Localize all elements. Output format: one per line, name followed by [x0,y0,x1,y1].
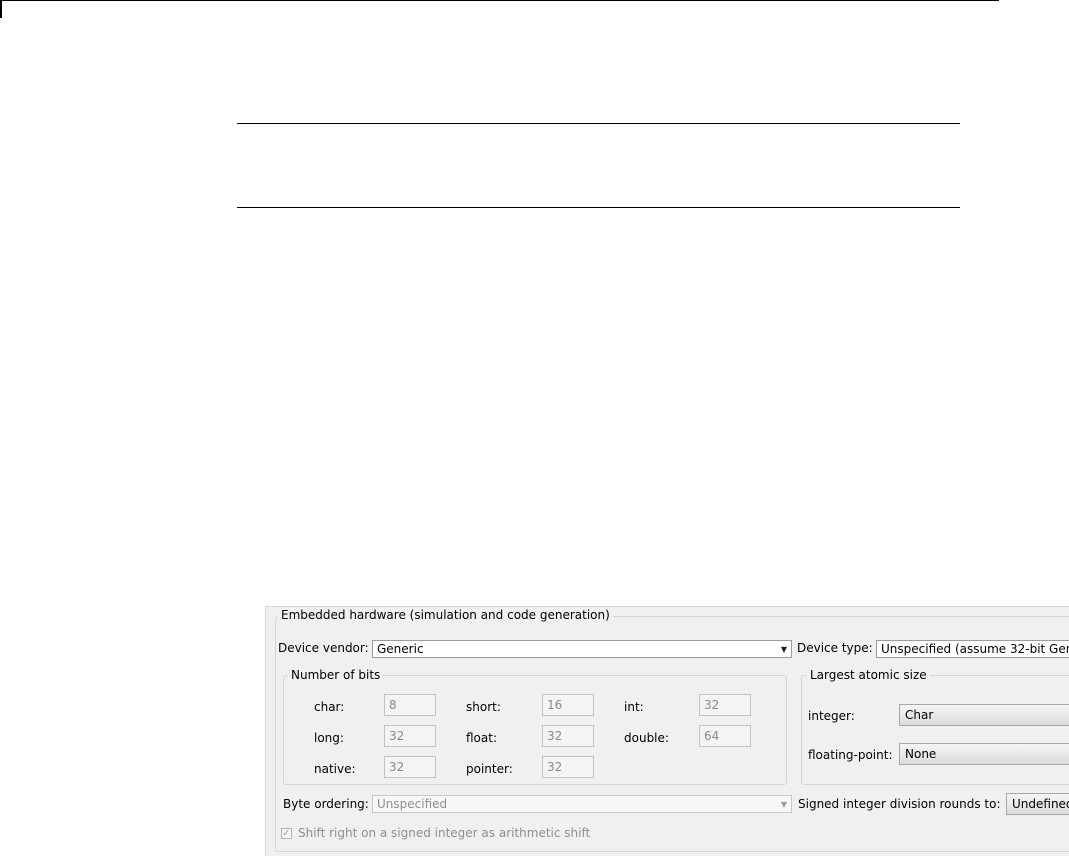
float-label: float: [466,731,498,745]
signed-division-value: Undefined [1012,797,1069,811]
device-type-value: Unspecified (assume 32-bit Gen [881,642,1069,656]
byte-ordering-select[interactable]: Unspecified ▼ [372,795,792,813]
floating-point-atomic-select[interactable]: None [899,743,1069,765]
device-vendor-value: Generic [377,642,424,656]
int-bits-field[interactable]: 32 [699,694,751,716]
float-bits-field[interactable]: 32 [542,725,594,747]
short-bits-field[interactable]: 16 [542,694,594,716]
long-bits-field[interactable]: 32 [384,725,436,747]
integer-label: integer: [808,709,855,723]
byte-ordering-value: Unspecified [377,797,448,811]
device-type-label: Device type: [797,641,873,655]
signed-division-label: Signed integer division rounds to: [798,797,1001,811]
double-bits-field[interactable]: 64 [699,725,751,747]
byte-ordering-label: Byte ordering: [283,797,369,811]
floating-point-atomic-value: None [905,747,937,761]
pointer-bits-field[interactable]: 32 [542,756,594,778]
number-of-bits-title: Number of bits [288,668,384,682]
chevron-down-icon: ▼ [780,645,787,654]
char-bits-field[interactable]: 8 [384,694,436,716]
integer-atomic-value: Char [905,708,934,722]
shift-right-label: Shift right on a signed integer as arith… [298,826,591,840]
double-label: double: [624,731,669,745]
hardware-settings-panel: Embedded hardware (simulation and code g… [265,606,1069,856]
largest-atomic-size-group [801,675,1069,785]
pointer-label: pointer: [466,762,513,776]
note-top-rule [237,123,960,124]
device-vendor-label: Device vendor: [278,641,369,655]
int-label: int: [624,700,644,714]
largest-atomic-size-title: Largest atomic size [807,668,930,682]
integer-atomic-select[interactable]: Char [899,704,1069,726]
chevron-down-icon: ▼ [780,800,787,809]
device-vendor-select[interactable]: Generic ▼ [372,640,792,658]
char-label: char: [314,700,345,714]
note-bottom-rule [237,207,960,208]
signed-division-select[interactable]: Undefined [1006,793,1069,815]
native-bits-field[interactable]: 32 [384,756,436,778]
short-label: short: [466,700,501,714]
page-left-marker [0,0,2,18]
native-label: native: [314,762,356,776]
floating-point-label: floating-point: [808,748,893,762]
page-top-rule [0,0,999,1]
long-label: long: [314,731,344,745]
device-type-select[interactable]: Unspecified (assume 32-bit Gen [876,640,1069,658]
shift-right-checkbox[interactable]: ✓ [281,828,292,839]
embedded-hardware-title: Embedded hardware (simulation and code g… [278,608,613,622]
